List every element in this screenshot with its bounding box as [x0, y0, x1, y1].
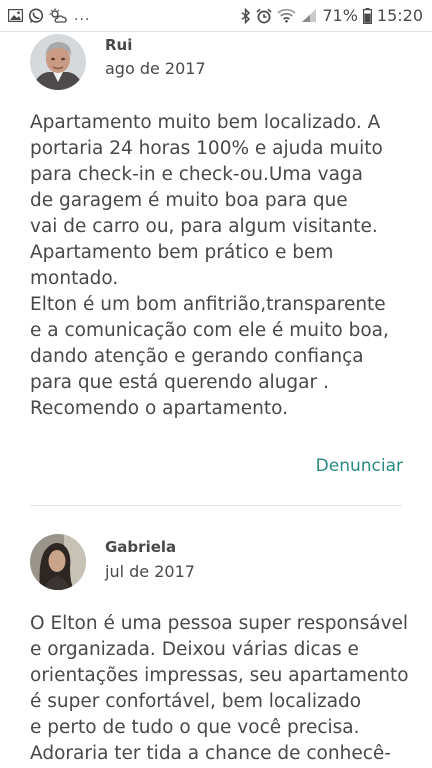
- status-bar-left: ...: [8, 8, 90, 24]
- review-text: Apartamento muito bem localizado. A port…: [30, 112, 389, 419]
- review-date: jul de 2017: [105, 562, 195, 581]
- avatar[interactable]: [30, 534, 86, 590]
- battery-percent: 71%: [322, 6, 358, 25]
- more-notifications: ...: [74, 7, 91, 24]
- alarm-icon: [256, 8, 272, 24]
- status-bar-right: 71% 15:20: [241, 6, 423, 25]
- weather-icon: [49, 8, 67, 24]
- status-bar: ... 71% 15:20: [0, 0, 432, 32]
- reviewer-name[interactable]: Rui: [105, 36, 132, 54]
- review-date: ago de 2017: [105, 59, 206, 78]
- avatar[interactable]: [30, 34, 86, 90]
- whatsapp-icon: [28, 7, 44, 24]
- wifi-icon: [277, 8, 296, 23]
- reviewer-name[interactable]: Gabriela: [105, 538, 176, 556]
- review-text: O Elton é uma pessoa super responsável e…: [30, 613, 409, 764]
- battery-icon: [362, 7, 372, 24]
- report-review-link[interactable]: Denunciar: [316, 456, 403, 476]
- bluetooth-icon: [241, 7, 251, 24]
- signal-icon: [301, 8, 317, 23]
- clock: 15:20: [376, 6, 423, 25]
- review-divider: [30, 505, 402, 506]
- image-icon: [8, 9, 23, 22]
